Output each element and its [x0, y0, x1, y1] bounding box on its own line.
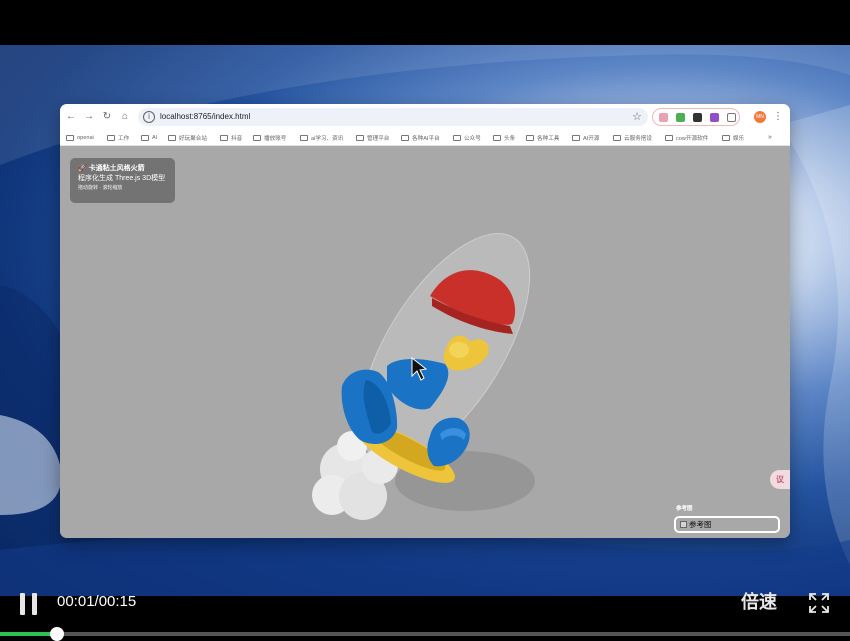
extension-icon[interactable]: [676, 113, 685, 122]
bookmark-folder[interactable]: 工作: [107, 133, 129, 143]
address-bar[interactable]: i localhost:8765/index.html ☆: [138, 108, 648, 126]
bookmarks-overflow-button[interactable]: »: [768, 133, 772, 143]
bookmark-folder[interactable]: cow开源软件: [665, 133, 708, 143]
bookmark-folder[interactable]: 各种AI平台: [401, 133, 440, 143]
reload-icon[interactable]: ↻: [100, 110, 114, 124]
folder-icon: [66, 135, 74, 141]
folder-icon: [722, 135, 730, 141]
bookmark-folder[interactable]: 各种工具: [526, 133, 559, 143]
reference-image[interactable]: 参考图: [674, 516, 780, 533]
bookmark-folder[interactable]: 好玩聚合站: [168, 133, 207, 143]
bookmark-folder[interactable]: 云服务搭设: [613, 133, 652, 143]
site-info-icon[interactable]: i: [143, 111, 155, 123]
folder-icon: [356, 135, 364, 141]
bookmark-folder[interactable]: openai: [66, 133, 94, 143]
folder-icon: [168, 135, 176, 141]
threejs-canvas[interactable]: 🚀 卡通粘土风格火箭 程序化生成 Three.js 3D模型 拖动旋转 · 滚轮…: [60, 146, 790, 538]
playback-speed-button[interactable]: 倍速: [741, 591, 777, 613]
extensions-group: [652, 108, 740, 126]
broken-image-icon: [680, 521, 687, 528]
playback-time: 00:01/00:15: [57, 593, 137, 610]
folder-icon: [572, 135, 580, 141]
reference-label: 参考图: [676, 506, 693, 512]
pause-icon: [32, 593, 37, 615]
rocket-3d-model[interactable]: [60, 146, 790, 538]
folder-icon: [141, 135, 149, 141]
scene-info-panel: 🚀 卡通粘土风格火箭 程序化生成 Three.js 3D模型 拖动旋转 · 滚轮…: [70, 158, 175, 203]
forward-icon[interactable]: →: [82, 110, 96, 124]
scene-title: 🚀 卡通粘土风格火箭: [78, 165, 145, 172]
folder-icon: [526, 135, 534, 141]
browser-menu-icon[interactable]: ⋮: [773, 109, 783, 125]
folder-icon: [300, 135, 308, 141]
bookmark-folder[interactable]: 头条: [493, 133, 515, 143]
scene-hint: 拖动旋转 · 滚轮缩放: [78, 185, 123, 191]
video-player: ← → ↻ ⌂ i localhost:8765/index.html ☆ MN: [0, 0, 850, 641]
folder-icon: [220, 135, 228, 141]
bookmark-folder[interactable]: 抖音: [220, 133, 242, 143]
browser-toolbar: ← → ↻ ⌂ i localhost:8765/index.html ☆ MN: [60, 104, 790, 130]
pause-icon: [20, 593, 25, 615]
progress-fill: [0, 632, 57, 636]
bookmark-star-icon[interactable]: ☆: [632, 109, 642, 125]
folder-icon: [665, 135, 673, 141]
folder-icon: [493, 135, 501, 141]
extensions-puzzle-icon[interactable]: [727, 113, 736, 122]
progress-handle[interactable]: [49, 627, 64, 641]
extension-icon[interactable]: [710, 113, 719, 122]
video-frame[interactable]: ← → ↻ ⌂ i localhost:8765/index.html ☆ MN: [0, 45, 850, 596]
address-url: localhost:8765/index.html: [160, 112, 251, 121]
home-icon[interactable]: ⌂: [118, 110, 132, 124]
folder-icon: [453, 135, 461, 141]
folder-icon: [107, 135, 115, 141]
side-float-button[interactable]: 议: [770, 470, 790, 489]
progress-bar[interactable]: [0, 627, 850, 641]
scene-subtitle: 程序化生成 Three.js 3D模型: [78, 175, 166, 182]
bookmark-folder[interactable]: AI: [141, 133, 157, 143]
browser-window: ← → ↻ ⌂ i localhost:8765/index.html ☆ MN: [60, 104, 790, 538]
folder-icon: [253, 135, 261, 141]
bookmark-folder[interactable]: 播放账号: [253, 133, 286, 143]
folder-icon: [401, 135, 409, 141]
bookmark-folder[interactable]: 管理平台: [356, 133, 389, 143]
reference-image-alt: 参考图: [689, 519, 712, 529]
bookmark-folder[interactable]: AI开源: [572, 133, 599, 143]
fullscreen-icon[interactable]: [808, 592, 830, 614]
extension-icon[interactable]: [659, 113, 668, 122]
pause-button[interactable]: [20, 593, 40, 615]
bookmark-folder[interactable]: 公众号: [453, 133, 481, 143]
back-icon[interactable]: ←: [64, 110, 78, 124]
bookmark-folder[interactable]: 娱乐: [722, 133, 744, 143]
bookmarks-bar: openai 工作 AI 好玩聚合站 抖音 播放账号 ai学习、资讯 管理平台 …: [60, 130, 790, 146]
extension-icon[interactable]: [693, 113, 702, 122]
profile-avatar[interactable]: MN: [754, 111, 766, 123]
folder-icon: [613, 135, 621, 141]
bookmark-folder[interactable]: ai学习、资讯: [300, 133, 343, 143]
